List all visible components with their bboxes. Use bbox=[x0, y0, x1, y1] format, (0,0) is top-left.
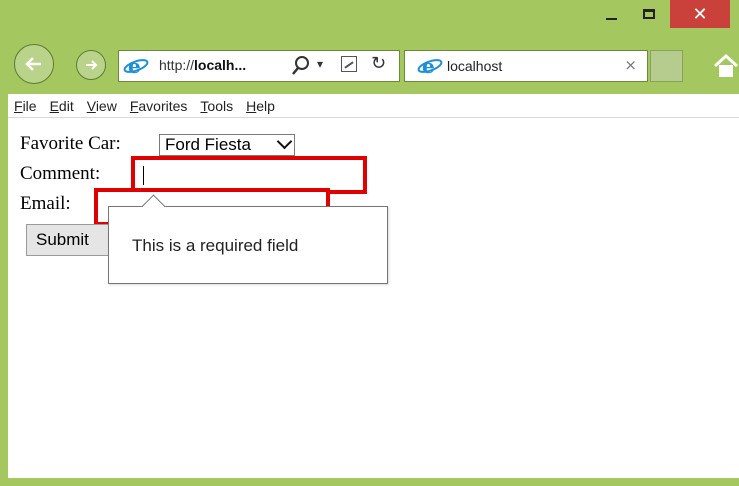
search-icon[interactable] bbox=[291, 54, 311, 81]
tab-title: localhost bbox=[447, 58, 503, 74]
maximize-button[interactable] bbox=[634, 0, 664, 28]
comment-label: Comment: bbox=[20, 163, 101, 184]
email-label: Email: bbox=[20, 193, 71, 214]
validation-message: This is a required field bbox=[132, 236, 299, 255]
maximize-icon bbox=[643, 9, 655, 19]
page-content: Favorite Car: Ford Fiesta Comment: Email… bbox=[8, 118, 739, 478]
chevron-down-icon bbox=[276, 133, 293, 150]
title-bar: ✕ bbox=[0, 0, 739, 36]
submit-button[interactable]: Submit bbox=[26, 224, 118, 256]
menu-edit[interactable]: Edit bbox=[50, 98, 74, 114]
validation-tooltip: This is a required field bbox=[108, 194, 388, 284]
compat-view-icon[interactable] bbox=[341, 56, 357, 72]
address-dropdown-icon[interactable]: ▾ bbox=[317, 57, 323, 71]
ie-logo-icon: e bbox=[123, 54, 149, 82]
favorite-car-select[interactable]: Ford Fiesta bbox=[159, 133, 295, 156]
minimize-icon bbox=[605, 18, 617, 20]
refresh-icon[interactable]: ↻ bbox=[371, 53, 386, 74]
minimize-button[interactable] bbox=[596, 0, 626, 28]
forward-button[interactable] bbox=[76, 50, 106, 80]
menu-bar: File Edit View Favorites Tools Help bbox=[8, 94, 739, 118]
back-button[interactable] bbox=[14, 44, 54, 84]
favorite-car-selected: Ford Fiesta bbox=[165, 135, 251, 154]
address-bar[interactable]: e http://localh... ▾ ↻ bbox=[118, 50, 400, 82]
address-host: localh... bbox=[194, 57, 247, 73]
back-arrow-icon bbox=[25, 57, 41, 71]
menu-file[interactable]: File bbox=[14, 98, 37, 114]
menu-view[interactable]: View bbox=[87, 98, 117, 114]
favorite-car-label: Favorite Car: bbox=[20, 133, 121, 154]
svg-text:e: e bbox=[422, 54, 435, 78]
home-icon[interactable] bbox=[712, 52, 739, 80]
close-icon: ✕ bbox=[692, 3, 708, 25]
forward-arrow-icon bbox=[86, 60, 98, 70]
close-button[interactable]: ✕ bbox=[670, 0, 730, 28]
svg-text:e: e bbox=[128, 54, 141, 78]
browser-tab[interactable]: e localhost × bbox=[404, 50, 648, 82]
navigation-bar: e http://localh... ▾ ↻ e localhost × bbox=[0, 36, 739, 94]
new-tab-button[interactable] bbox=[650, 50, 683, 82]
menu-tools[interactable]: Tools bbox=[200, 98, 233, 114]
address-url[interactable]: http://localh... bbox=[159, 57, 246, 73]
address-prefix: http:// bbox=[159, 57, 195, 73]
tab-close-icon[interactable]: × bbox=[624, 56, 637, 74]
text-caret bbox=[143, 166, 144, 185]
menu-favorites[interactable]: Favorites bbox=[130, 98, 188, 114]
ie-logo-icon: e bbox=[417, 54, 443, 82]
menu-help[interactable]: Help bbox=[246, 98, 275, 114]
